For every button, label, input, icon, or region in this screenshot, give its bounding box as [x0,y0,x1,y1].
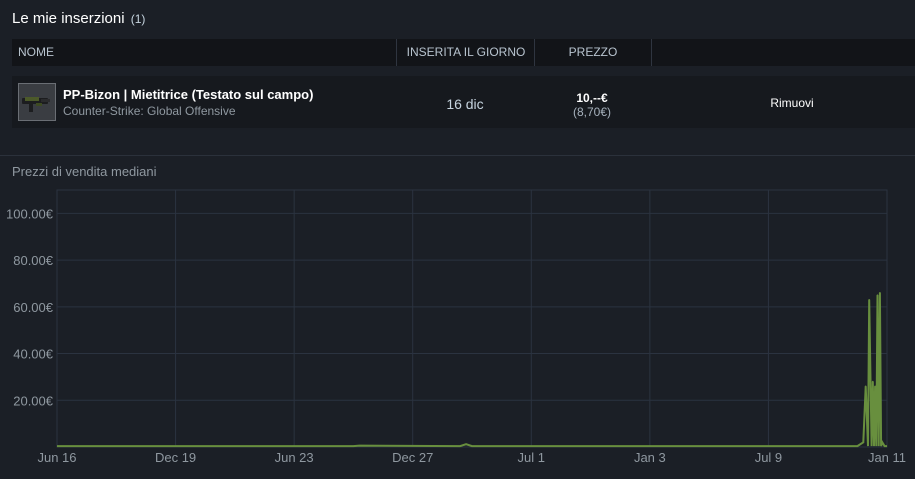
y-tick-label: 40.00€ [13,347,54,362]
price-point [871,380,874,383]
x-tick-label: Jun 23 [275,450,314,465]
x-tick-label: Dec 27 [392,450,433,465]
price-point [465,443,467,445]
section-divider [0,155,915,156]
price-point [864,385,867,388]
price-point [879,292,881,294]
y-tick-label: 20.00€ [13,393,54,408]
listing-date: 16 dic [446,96,484,112]
page-title: Le mie inserzioni (1) [12,10,145,27]
price-point [862,441,865,444]
remove-listing-button[interactable]: Rimuovi [752,96,832,110]
listing-price-net: (8,70€) [572,105,612,119]
price-point [868,299,871,301]
listing-price: 10,--€ [576,91,608,105]
y-tick-label: 60.00€ [13,300,54,315]
plot-frame [56,189,888,448]
column-header-price[interactable]: PREZZO [534,39,652,66]
item-thumbnail[interactable] [18,83,56,121]
listings-table-header: NOME INSERITA IL GIORNO PREZZO [12,39,915,66]
chart-section-title: Prezzi di vendita mediani [12,164,157,179]
y-tick-label: 100.00€ [6,206,54,221]
x-tick-label: Jul 9 [755,450,782,465]
rifle-icon [22,97,50,112]
listing-row: PP-Bizon | Mietitrice (Testato sul campo… [12,76,915,128]
item-name-link[interactable]: PP-Bizon | Mietitrice (Testato sul campo… [63,87,313,102]
x-tick-label: Jul 1 [518,450,545,465]
median-price-chart[interactable]: 20.00€ 40.00€ 60.00€ 80.00€ 100.00€ Jun 16 Dec… [0,185,915,474]
x-tick-label: Jan 3 [634,450,666,465]
column-header-name[interactable]: NOME [18,39,54,66]
x-tick-label: Jan 11 [868,450,906,465]
x-tick-label: Dec 19 [155,450,196,465]
price-series-line [57,292,887,448]
price-point [876,294,879,296]
item-game-name: Counter-Strike: Global Offensive [63,104,236,118]
price-point [874,385,876,388]
x-tick-label: Jun 16 [37,450,76,465]
y-tick-label: 80.00€ [13,253,54,268]
chart-svg[interactable]: 20.00€ 40.00€ 60.00€ 80.00€ 100.00€ Jun 16 Dec… [0,185,915,474]
page-title-text: Le mie inserzioni [12,10,125,27]
listing-count: (1) [130,12,146,26]
column-header-date[interactable]: INSERITA IL GIORNO [396,39,535,66]
price-point [881,441,884,444]
